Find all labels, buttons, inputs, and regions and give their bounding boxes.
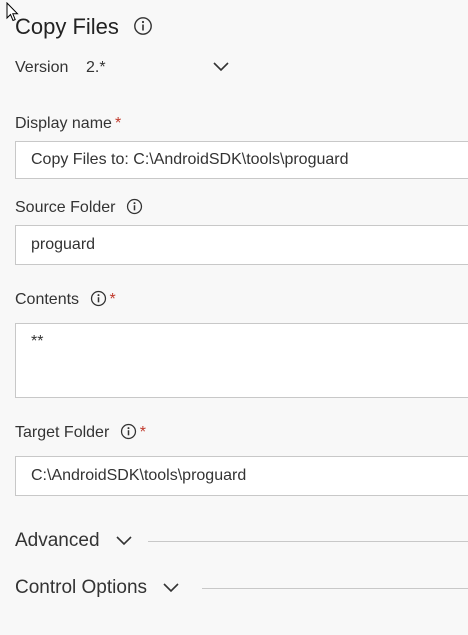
control-options-section-toggle[interactable]: Control Options [15, 576, 180, 600]
required-mark: * [139, 424, 146, 441]
target-folder-label: Target Folder * [15, 423, 146, 443]
version-label: Version [15, 59, 69, 76]
required-mark: * [114, 115, 122, 132]
chevron-down-icon [116, 536, 132, 546]
version-select[interactable]: 2.* [86, 58, 106, 78]
info-icon[interactable] [120, 423, 137, 440]
contents-label: Contents * [15, 290, 116, 310]
section-divider [202, 588, 468, 589]
control-options-section-label: Control Options [15, 577, 148, 598]
info-icon[interactable] [133, 16, 153, 36]
source-folder-input[interactable]: proguard [15, 225, 468, 265]
display-name-label-text: Display name [15, 115, 112, 132]
display-name-input[interactable]: Copy Files to: C:\AndroidSDK\tools\progu… [15, 141, 468, 179]
task-title-text: Copy Files [15, 14, 119, 39]
target-folder-label-text: Target Folder [15, 424, 110, 441]
contents-textarea[interactable]: ** [15, 323, 468, 398]
contents-label-text: Contents [15, 291, 80, 308]
advanced-section-toggle[interactable]: Advanced [15, 529, 133, 553]
source-folder-label: Source Folder [15, 198, 143, 218]
advanced-section-label: Advanced [15, 530, 100, 551]
chevron-down-icon [163, 583, 179, 593]
chevron-down-icon[interactable] [212, 58, 230, 76]
info-icon[interactable] [126, 198, 143, 215]
required-mark: * [109, 291, 116, 308]
task-title: Copy Files [15, 13, 153, 41]
section-divider [148, 541, 468, 542]
display-name-label: Display name * [15, 114, 121, 134]
info-icon[interactable] [90, 290, 107, 307]
source-folder-label-text: Source Folder [15, 199, 116, 216]
target-folder-input[interactable]: C:\AndroidSDK\tools\proguard [15, 456, 468, 496]
